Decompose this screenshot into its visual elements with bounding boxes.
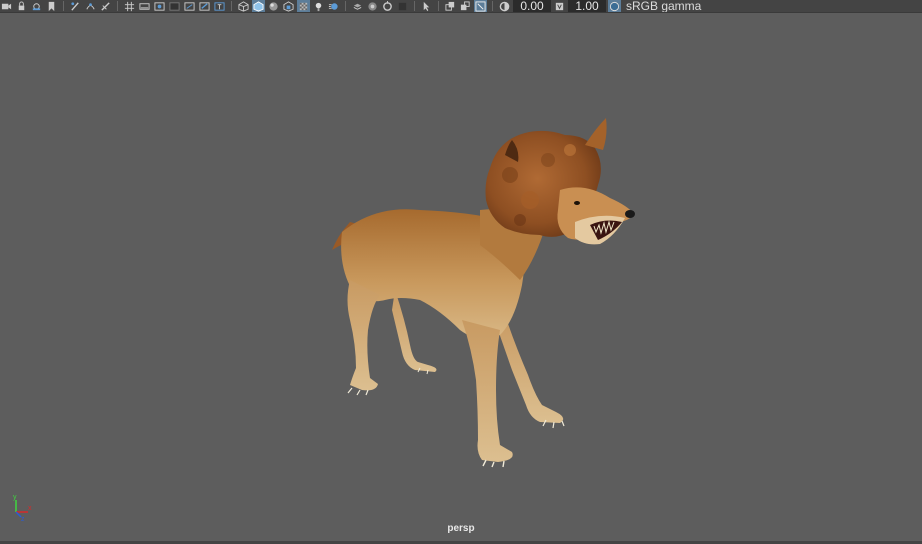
exposure-field[interactable]: 0.00 xyxy=(513,0,551,12)
wireframe-on-shaded-icon[interactable] xyxy=(252,0,265,12)
axis-gizmo: y x z xyxy=(13,494,32,522)
viewport-toolbar: 0.00 1.00 sRGB gamma xyxy=(0,0,922,13)
textured-icon[interactable] xyxy=(267,0,280,12)
wolf-hind-near-leg xyxy=(347,280,380,391)
toolbar-separator xyxy=(414,1,415,11)
image-plane-icon[interactable] xyxy=(459,0,472,12)
gate-mask-icon[interactable] xyxy=(138,0,151,12)
toolbar-separator xyxy=(63,1,64,11)
film-gate-icon[interactable] xyxy=(99,0,112,12)
wolf-eye xyxy=(574,201,580,205)
use-all-lights-icon[interactable] xyxy=(282,0,295,12)
isolate-select-icon[interactable] xyxy=(366,0,379,12)
smooth-shade-icon[interactable] xyxy=(237,0,250,12)
resolution-gate-icon[interactable] xyxy=(123,0,136,12)
safe-title-icon[interactable] xyxy=(183,0,196,12)
axis-z-label: z xyxy=(21,516,25,522)
anti-aliasing-icon[interactable] xyxy=(351,0,364,12)
safe-action-icon[interactable] xyxy=(168,0,181,12)
axis-y-label: y xyxy=(13,494,17,501)
backface-culling-icon[interactable] xyxy=(396,0,409,12)
toolbar-separator xyxy=(117,1,118,11)
maya-viewport-window: 0.00 1.00 sRGB gamma y x z persp xyxy=(0,0,922,544)
camera-attributes-icon[interactable] xyxy=(444,0,457,12)
motion-blur-icon[interactable] xyxy=(327,0,340,12)
camera-icon[interactable] xyxy=(0,0,13,12)
toolbar-separator xyxy=(231,1,232,11)
wolf-nose xyxy=(625,210,635,218)
camera-name-label: persp xyxy=(447,523,475,534)
color-space-dropdown[interactable]: sRGB gamma xyxy=(626,0,701,12)
shadows-icon[interactable] xyxy=(297,0,310,12)
grease-pencil-icon[interactable] xyxy=(45,0,58,12)
wolf-ear-right xyxy=(585,118,607,150)
xray-joints-icon[interactable] xyxy=(381,0,394,12)
exposure-icon[interactable] xyxy=(498,0,511,12)
toolbar-separator xyxy=(492,1,493,11)
field-chart-icon[interactable] xyxy=(153,0,166,12)
persp-viewport[interactable] xyxy=(0,13,922,541)
wolf-model[interactable] xyxy=(0,13,922,541)
gamma-field[interactable]: 1.00 xyxy=(568,0,606,12)
grid-icon[interactable] xyxy=(84,0,97,12)
gamma-icon[interactable] xyxy=(553,0,566,12)
2d-pan-zoom-icon[interactable] xyxy=(474,0,487,12)
xray-icon[interactable] xyxy=(198,0,211,12)
bookmark-icon[interactable] xyxy=(30,0,43,12)
lock-camera-icon[interactable] xyxy=(15,0,28,12)
ambient-occlusion-icon[interactable] xyxy=(312,0,325,12)
toolbar-separator xyxy=(438,1,439,11)
wolf-front-far-leg xyxy=(498,315,564,423)
select-camera-icon[interactable] xyxy=(420,0,433,12)
wireframe-icon[interactable] xyxy=(213,0,226,12)
toolbar-separator xyxy=(345,1,346,11)
color-management-icon[interactable] xyxy=(608,0,621,12)
uv-icon[interactable] xyxy=(69,0,82,12)
axis-x-label: x xyxy=(28,505,32,512)
